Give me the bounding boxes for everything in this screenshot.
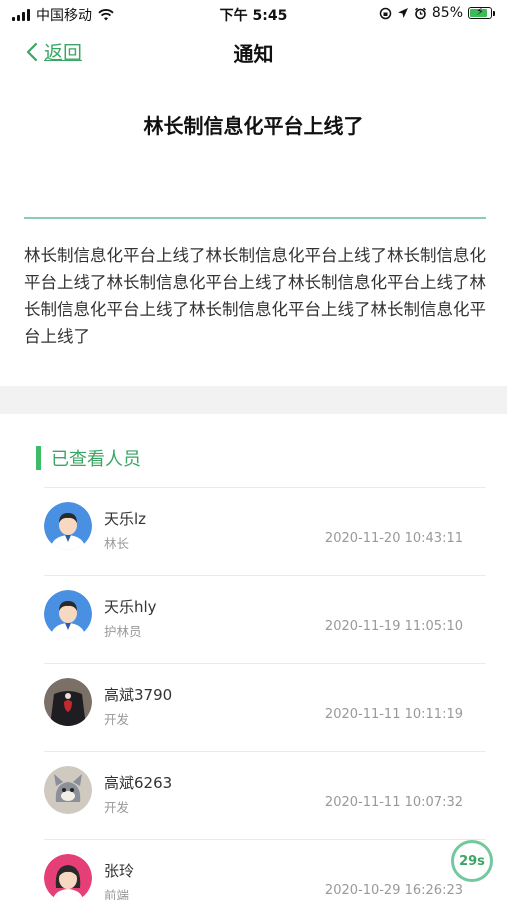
viewer-row[interactable]: 张玲 前端 2020-10-29 16:26:23 [0, 840, 507, 900]
notice-body: 林长制信息化平台上线了林长制信息化平台上线了林长制信息化平台上线了林长制信息化平… [24, 246, 486, 346]
section-marker [36, 446, 41, 470]
viewer-row[interactable]: 高斌6263 开发 2020-11-11 10:07:32 [0, 752, 507, 840]
battery-cap [493, 10, 495, 16]
nav-bar: 返回 通知 [0, 28, 507, 76]
viewer-role: 护林员 [104, 624, 142, 639]
viewer-row[interactable]: 天乐lz 林长 2020-11-20 10:43:11 [0, 488, 507, 576]
viewer-name: 高斌3790 [104, 686, 173, 704]
viewer-time: 2020-11-11 10:11:19 [324, 707, 463, 722]
charging-bolt-icon: ⚡ [476, 5, 484, 18]
jersey-avatar-icon [44, 678, 92, 726]
avatar [44, 766, 92, 814]
viewer-row[interactable]: 天乐hly 护林员 2020-11-19 11:05:10 [0, 576, 507, 664]
alarm-icon [414, 7, 426, 19]
viewer-role: 开发 [104, 800, 130, 815]
viewer-role: 开发 [104, 712, 130, 727]
avatar [44, 590, 92, 638]
viewer-name: 高斌6263 [104, 774, 173, 792]
avatar [44, 678, 92, 726]
viewer-role: 林长 [104, 536, 130, 551]
page-title: 通知 [233, 42, 274, 66]
viewers-section-header: 已查看人员 [36, 445, 141, 471]
notice-divider [24, 217, 486, 219]
countdown-timer-button[interactable]: 29s [451, 840, 493, 882]
man-avatar-icon [44, 590, 92, 638]
section-separator [0, 386, 507, 414]
battery-icon: ⚡ [468, 5, 492, 19]
cat-avatar-icon [44, 766, 92, 814]
viewer-name: 天乐hly [104, 598, 157, 616]
woman-avatar-icon [44, 854, 92, 900]
viewer-name: 张玲 [104, 862, 135, 880]
orientation-lock-icon [379, 7, 392, 19]
notice-title: 林长制信息化平台上线了 [143, 114, 364, 138]
avatar [44, 502, 92, 550]
viewer-time: 2020-11-11 10:07:32 [324, 795, 463, 810]
man-avatar-icon [44, 502, 92, 550]
avatar [44, 854, 92, 900]
viewers-header-label: 已查看人员 [51, 449, 141, 470]
viewer-time: 2020-10-29 16:26:23 [324, 883, 463, 898]
battery-percent: 85% [431, 5, 463, 21]
status-right: 85% ⚡ [379, 5, 495, 21]
viewer-name: 天乐lz [104, 510, 147, 528]
viewer-role: 前端 [104, 888, 130, 900]
status-bar: 中国移动 下午 5:45 85% ⚡ [0, 0, 507, 28]
viewer-row[interactable]: 高斌3790 开发 2020-11-11 10:11:19 [0, 664, 507, 752]
location-icon [397, 8, 408, 18]
viewer-time: 2020-11-20 10:43:11 [324, 531, 463, 546]
viewer-time: 2020-11-19 11:05:10 [324, 619, 463, 634]
